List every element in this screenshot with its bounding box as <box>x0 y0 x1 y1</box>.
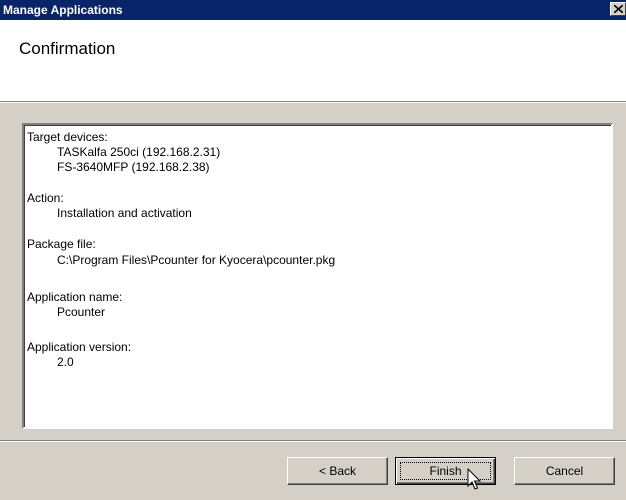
footer-separator-highlight <box>0 441 626 442</box>
cancel-button[interactable]: Cancel <box>514 457 615 485</box>
title-bar: Manage Applications <box>0 0 626 20</box>
back-button[interactable]: < Back <box>287 457 388 485</box>
page-title: Confirmation <box>19 39 116 58</box>
target-device-item: FS-3640MFP (192.168.2.38) <box>57 160 210 174</box>
action-value: Installation and activation <box>57 206 192 220</box>
close-icon <box>614 5 623 13</box>
summary-box[interactable]: Target devices: TASKalfa 250ci (192.168.… <box>22 123 613 429</box>
package-file-value: C:\Program Files\Pcounter for Kyocera\pc… <box>57 253 336 267</box>
application-name-label: Application name: <box>27 290 123 304</box>
application-name-value: Pcounter <box>57 305 106 319</box>
cancel-button-label: Cancel <box>545 464 584 478</box>
back-button-label: < Back <box>318 464 357 478</box>
target-devices-label: Target devices: <box>27 130 108 144</box>
action-label: Action: <box>27 191 64 205</box>
package-file-label: Package file: <box>27 237 96 251</box>
finish-button-label: Finish <box>429 464 462 478</box>
application-version-value: 2.0 <box>57 355 74 369</box>
close-button[interactable] <box>610 2 626 16</box>
mouse-cursor-icon <box>467 468 481 490</box>
window-title: Manage Applications <box>3 3 123 17</box>
wizard-header: Confirmation <box>0 20 626 103</box>
target-device-item: TASKalfa 250ci (192.168.2.31) <box>57 145 221 159</box>
application-version-label: Application version: <box>27 340 132 354</box>
